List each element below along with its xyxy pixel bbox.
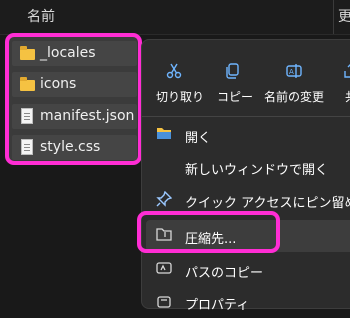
menu-item-label: 開く — [185, 131, 212, 146]
document-icon — [21, 139, 33, 155]
cut-button[interactable]: 切り取り — [156, 62, 205, 105]
menu-item-label: クイック アクセスにピン留めす — [185, 196, 350, 211]
selected-files-group: _locales icons manifest.json style.css — [5, 33, 142, 165]
folder-icon — [20, 77, 35, 91]
rename-label: 名前の変更 — [263, 90, 324, 104]
menu-item-properties[interactable]: プロパティ — [146, 286, 350, 318]
menu-item-label: プロパティ — [185, 298, 250, 313]
cut-label: 切り取り — [156, 90, 205, 104]
rename-icon: A — [284, 62, 304, 82]
column-header-bar: 名前 更 — [0, 0, 350, 35]
share-button[interactable]: 共 — [341, 62, 350, 105]
file-row-icons[interactable]: icons — [12, 72, 137, 97]
file-row-locales[interactable]: _locales — [12, 41, 137, 66]
copy-button[interactable]: コピー — [217, 62, 254, 105]
column-header-name[interactable]: 名前 — [27, 6, 55, 26]
properties-icon — [155, 293, 173, 311]
file-name: manifest.json — [40, 108, 135, 124]
column-header-date[interactable]: 更 — [338, 6, 350, 26]
menu-divider — [142, 116, 350, 117]
menu-item-copy-path[interactable]: パスのコピー — [146, 254, 350, 286]
menu-item-open[interactable]: 開く — [146, 119, 350, 151]
copy-path-icon — [155, 261, 173, 279]
scissors-icon — [164, 62, 184, 82]
file-row-manifest[interactable]: manifest.json — [12, 104, 137, 129]
menu-item-label: 新しいウィンドウで開く — [185, 163, 329, 178]
folder-icon — [20, 46, 35, 60]
share-label: 共 — [341, 88, 350, 105]
menu-item-label: パスのコピー — [185, 266, 264, 281]
context-menu: 切り取り コピー A 名前の変更 共 — [141, 39, 350, 313]
open-new-window-icon — [155, 158, 173, 176]
svg-text:A: A — [289, 68, 294, 76]
folder-open-icon — [155, 126, 173, 144]
share-icon — [341, 62, 350, 82]
compress-highlight-box — [137, 211, 280, 253]
copy-label: コピー — [217, 90, 254, 104]
copy-icon — [222, 62, 242, 82]
column-divider[interactable] — [333, 0, 334, 34]
file-name: icons — [40, 76, 77, 92]
file-name: style.css — [40, 139, 101, 155]
document-icon — [21, 108, 33, 124]
file-name: _locales — [40, 45, 96, 61]
menu-item-open-new-window[interactable]: 新しいウィンドウで開く — [146, 151, 350, 183]
pin-icon — [155, 190, 173, 209]
rename-button[interactable]: A 名前の変更 — [262, 62, 326, 105]
file-row-style[interactable]: style.css — [12, 135, 137, 160]
